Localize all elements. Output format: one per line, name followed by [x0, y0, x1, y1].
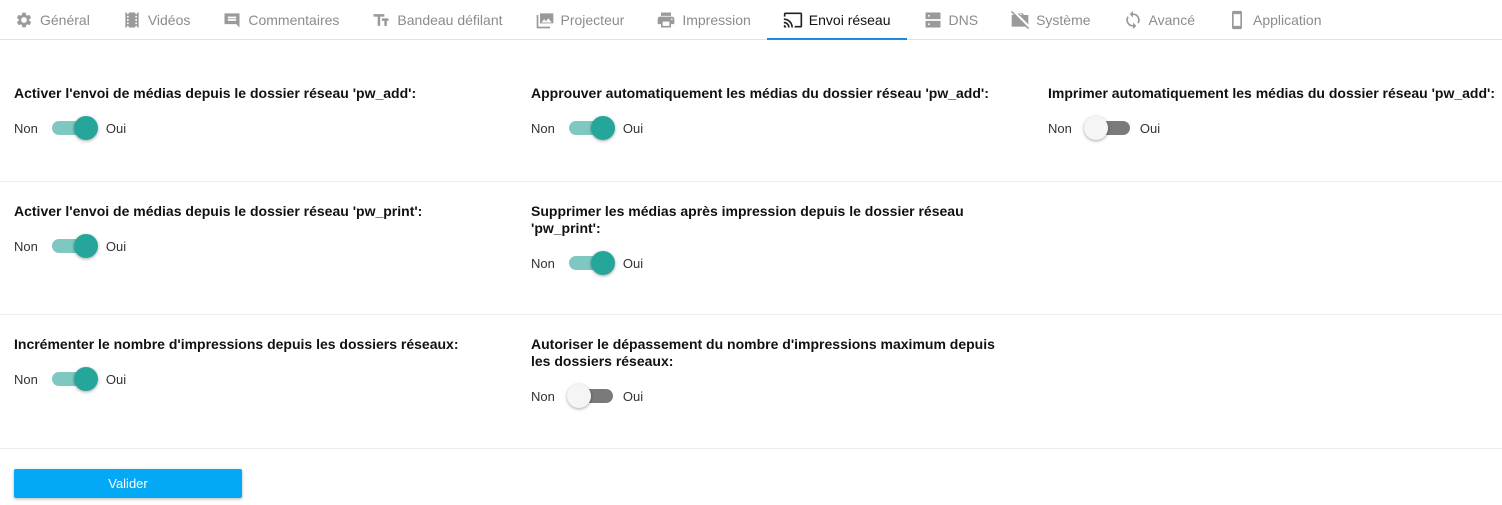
- toggle-knob: [590, 251, 615, 275]
- pw-print-delete-switch: Non Oui: [531, 251, 1001, 275]
- settings-row: Activer l'envoi de médias depuis le doss…: [0, 40, 1502, 182]
- toggle-knob: [73, 234, 98, 258]
- comment-icon: [222, 10, 242, 30]
- printer-icon: [656, 10, 676, 30]
- tab-label: Général: [40, 11, 90, 28]
- switch-on-label: Oui: [622, 255, 644, 271]
- setting-pw-print-delete: Supprimer les médias après impression de…: [531, 203, 1001, 275]
- settings-row: Activer l'envoi de médias depuis le doss…: [0, 182, 1502, 315]
- switch-off-label: Non: [531, 388, 555, 404]
- tab-general[interactable]: Général: [0, 0, 106, 39]
- toggle-switch[interactable]: [1083, 116, 1130, 140]
- toggle-switch[interactable]: [566, 384, 613, 408]
- tab-dns[interactable]: DNS: [907, 0, 995, 39]
- setting-label: Approuver automatiquement les médias du …: [531, 85, 989, 101]
- switch-off-label: Non: [14, 120, 38, 136]
- toggle-knob: [73, 116, 98, 140]
- toggle-switch[interactable]: [51, 116, 98, 140]
- toggle-knob: [566, 384, 591, 408]
- cast-icon: [783, 10, 803, 30]
- switch-off-label: Non: [531, 255, 555, 271]
- setting-pw-add-print: Imprimer automatiquement les médias du d…: [1048, 85, 1500, 140]
- switch-off-label: Non: [14, 238, 38, 254]
- tab-label: Projecteur: [560, 11, 625, 28]
- switch-on-label: Oui: [1139, 120, 1161, 136]
- pw-add-approve-switch: Non Oui: [531, 116, 1011, 140]
- setting-label: Supprimer les médias après impression de…: [531, 203, 964, 236]
- tab-label: DNS: [948, 11, 979, 28]
- setting-pw-add-approve: Approuver automatiquement les médias du …: [531, 85, 1011, 140]
- tab-network-send[interactable]: Envoi réseau: [766, 0, 907, 40]
- images-icon: [535, 10, 555, 30]
- switch-on-label: Oui: [105, 238, 127, 254]
- toggle-switch[interactable]: [51, 367, 98, 391]
- pw-print-enable-switch: Non Oui: [14, 234, 494, 258]
- toggle-switch[interactable]: [568, 251, 615, 275]
- setting-increment-prints: Incrémenter le nombre d'impressions depu…: [14, 336, 494, 391]
- setting-pw-add-enable: Activer l'envoi de médias depuis le doss…: [14, 85, 494, 140]
- switch-off-label: Non: [14, 371, 38, 387]
- allow-exceed-switch: Non Oui: [531, 384, 1001, 408]
- tab-label: Système: [1036, 11, 1091, 28]
- text-size-icon: [371, 10, 391, 30]
- switch-on-label: Oui: [105, 371, 127, 387]
- submit-button[interactable]: Valider: [14, 469, 242, 498]
- tab-label: Vidéos: [147, 11, 191, 28]
- tab-label: Application: [1252, 11, 1322, 28]
- toggle-switch[interactable]: [568, 116, 615, 140]
- tab-ticker[interactable]: Bandeau défilant: [355, 0, 518, 39]
- tab-label: Bandeau défilant: [397, 11, 503, 28]
- setting-label: Activer l'envoi de médias depuis le doss…: [14, 85, 417, 101]
- tab-label: Avancé: [1148, 11, 1195, 28]
- switch-on-label: Oui: [622, 388, 644, 404]
- tab-label: Impression: [682, 11, 751, 28]
- film-icon: [122, 10, 142, 30]
- tab-comments[interactable]: Commentaires: [206, 0, 355, 39]
- tab-advanced[interactable]: Avancé: [1107, 0, 1211, 39]
- tab-application[interactable]: Application: [1211, 0, 1338, 39]
- setting-allow-exceed: Autoriser le dépassement du nombre d'imp…: [531, 336, 1001, 408]
- tab-print[interactable]: Impression: [640, 0, 766, 39]
- settings-tabs: Général Vidéos Commentaires Bandeau défi…: [0, 0, 1502, 40]
- switch-on-label: Oui: [105, 120, 127, 136]
- toggle-knob: [1083, 116, 1108, 140]
- toggle-switch[interactable]: [51, 234, 98, 258]
- dns-icon: [923, 10, 943, 30]
- toggle-knob: [590, 116, 615, 140]
- pw-add-enable-switch: Non Oui: [14, 116, 494, 140]
- gear-icon: [14, 10, 34, 30]
- tab-label: Commentaires: [248, 11, 340, 28]
- toggle-knob: [73, 367, 98, 391]
- switch-off-label: Non: [1048, 120, 1072, 136]
- switch-off-label: Non: [531, 120, 555, 136]
- settings-row: Incrémenter le nombre d'impressions depu…: [0, 315, 1502, 449]
- tab-videos[interactable]: Vidéos: [106, 0, 207, 39]
- phone-icon: [1227, 10, 1247, 30]
- pw-add-print-switch: Non Oui: [1048, 116, 1500, 140]
- setting-pw-print-enable: Activer l'envoi de médias depuis le doss…: [14, 203, 494, 258]
- tab-label: Envoi réseau: [808, 11, 891, 28]
- setting-label: Imprimer automatiquement les médias du d…: [1048, 85, 1496, 101]
- setting-label: Autoriser le dépassement du nombre d'imp…: [531, 336, 995, 369]
- setting-label: Activer l'envoi de médias depuis le doss…: [14, 203, 423, 219]
- work-off-icon: [1010, 10, 1030, 30]
- sync-icon: [1123, 10, 1143, 30]
- switch-on-label: Oui: [622, 120, 644, 136]
- tab-projector[interactable]: Projecteur: [519, 0, 641, 39]
- setting-label: Incrémenter le nombre d'impressions depu…: [14, 336, 459, 352]
- tab-system[interactable]: Système: [994, 0, 1106, 39]
- increment-prints-switch: Non Oui: [14, 367, 494, 391]
